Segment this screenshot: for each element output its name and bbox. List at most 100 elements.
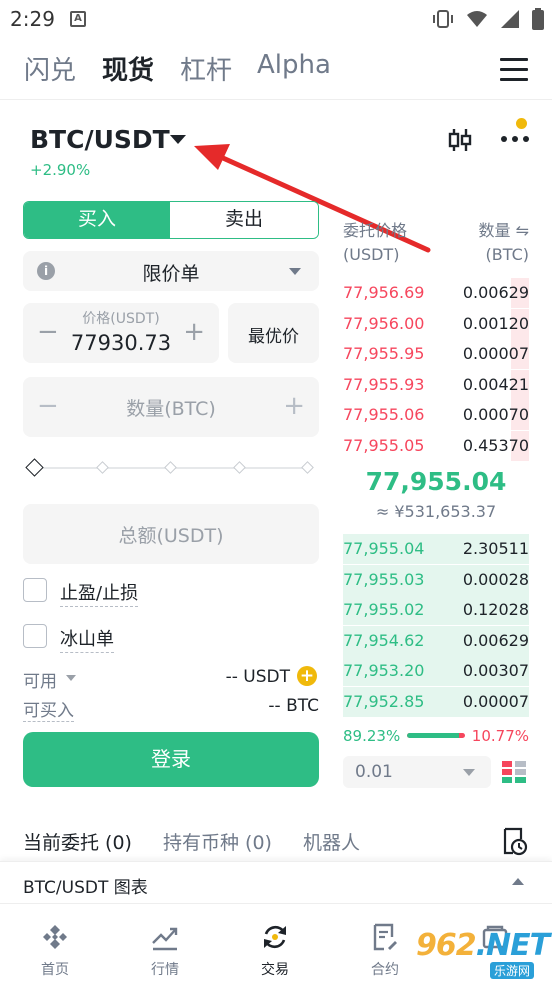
more-options-icon[interactable] — [499, 130, 531, 148]
amount-slider[interactable] — [25, 458, 315, 477]
ask-row[interactable]: 77,955.95 0.00007 — [343, 339, 529, 369]
ask-price: 77,956.00 — [343, 313, 425, 333]
iceberg-label[interactable]: 冰山单 — [60, 625, 114, 653]
bid-qty: 0.00028 — [462, 569, 529, 589]
watermark-logo: 962.NET — [416, 928, 550, 963]
ask-row[interactable]: 77,956.69 0.00629 — [343, 278, 529, 308]
bid-qty: 0.00307 — [462, 661, 529, 680]
buy-tab[interactable]: 买入 — [24, 202, 170, 238]
pair-selector[interactable]: BTC/USDT — [30, 125, 170, 154]
bid-qty: 0.12028 — [462, 600, 529, 619]
slider-step-100[interactable] — [301, 461, 314, 474]
last-price-fiat: ≈ ¥531,653.37 — [375, 502, 497, 521]
status-bar: 2:29 A — [0, 0, 552, 38]
chevron-down-icon — [289, 268, 301, 275]
precision-select[interactable]: 0.01 — [343, 756, 491, 788]
watermark-subtitle: 乐游网 — [490, 962, 535, 979]
tab-alpha[interactable]: Alpha — [257, 50, 331, 80]
candlestick-chart-icon[interactable] — [446, 126, 474, 154]
markets-chart-icon — [152, 927, 178, 951]
nav-home[interactable]: 首页 — [0, 904, 110, 981]
buyable-value: -- BTC — [268, 696, 319, 716]
quantity-placeholder: 数量(BTC) — [126, 398, 216, 420]
available-label[interactable]: 可用 — [23, 667, 57, 692]
quantity-increase-button[interactable]: + — [283, 391, 305, 421]
bid-row[interactable]: 77,955.04 2.30511 — [343, 534, 529, 564]
tab-holdings[interactable]: 持有币种 (0) — [163, 828, 272, 855]
order-history-icon[interactable] — [500, 826, 528, 856]
sell-tab[interactable]: 卖出 — [170, 202, 318, 238]
bid-qty: 0.00007 — [462, 691, 529, 711]
bid-row[interactable]: 77,952.85 0.00007 — [343, 686, 529, 717]
total-placeholder: 总额(USDT) — [118, 525, 224, 547]
bid-row[interactable]: 77,953.20 0.00307 — [343, 656, 529, 686]
pair-caret-icon[interactable] — [170, 135, 186, 144]
tab-margin[interactable]: 杠杆 — [180, 50, 232, 87]
ask-price: 77,955.06 — [343, 405, 425, 424]
nav-markets[interactable]: 行情 — [110, 904, 220, 981]
slider-step-25[interactable] — [96, 461, 109, 474]
bid-qty: 0.00629 — [462, 630, 529, 650]
tab-bots[interactable]: 机器人 — [303, 828, 360, 855]
chevron-down-icon[interactable] — [66, 675, 76, 681]
order-type-label: 限价单 — [142, 263, 200, 285]
bid-row[interactable]: 77,955.03 0.00028 — [343, 564, 529, 595]
best-price-label: 最优价 — [248, 327, 299, 347]
ask-qty: 0.00007 — [462, 344, 529, 363]
best-price-button[interactable]: 最优价 — [228, 303, 319, 363]
ask-row[interactable]: 77,955.05 0.45370 — [343, 430, 529, 461]
ask-row[interactable]: 77,955.93 0.00421 — [343, 369, 529, 400]
tab-spot[interactable]: 现货 — [102, 50, 154, 87]
bid-row[interactable]: 77,954.62 0.00629 — [343, 625, 529, 656]
bid-price: 77,955.03 — [343, 569, 425, 589]
tp-sl-checkbox[interactable] — [23, 578, 47, 602]
iceberg-checkbox[interactable] — [23, 624, 47, 648]
buy-ratio: 89.23% — [343, 727, 401, 745]
ask-price: 77,955.93 — [343, 374, 425, 394]
bid-price: 77,955.02 — [343, 600, 425, 619]
slider-step-50[interactable] — [164, 461, 177, 474]
buy-sell-ratio-bar — [407, 733, 465, 738]
chevron-up-icon[interactable] — [512, 878, 524, 885]
ask-qty: 0.00120 — [462, 313, 529, 333]
qty-header-line2: (BTC) — [485, 245, 529, 264]
menu-icon[interactable] — [500, 58, 528, 82]
slider-step-75[interactable] — [233, 461, 246, 474]
trade-exchange-icon — [264, 925, 286, 949]
status-icons — [432, 8, 544, 30]
order-type-select[interactable]: i 限价单 — [23, 251, 319, 291]
available-value: -- USDT — [225, 667, 290, 687]
tab-convert[interactable]: 闪兑 — [24, 50, 76, 87]
nav-trade[interactable]: 交易 — [220, 904, 330, 981]
home-logo-icon — [43, 925, 67, 949]
ask-row[interactable]: 77,956.00 0.00120 — [343, 308, 529, 339]
transfer-plus-icon[interactable]: + — [297, 666, 317, 686]
wifi-icon — [467, 11, 487, 27]
order-book-layout-icon[interactable] — [501, 759, 527, 785]
last-price[interactable]: 77,955.04 — [343, 467, 529, 496]
chart-expander-label[interactable]: BTC/USDT 图表 — [23, 873, 148, 898]
bid-price: 77,953.20 — [343, 661, 425, 680]
price-increase-button[interactable]: + — [183, 317, 205, 347]
tab-open-orders[interactable]: 当前委托 (0) — [23, 828, 132, 855]
tp-sl-label[interactable]: 止盈/止损 — [60, 579, 139, 607]
total-input[interactable]: 总额(USDT) — [23, 504, 319, 564]
login-button[interactable]: 登录 — [23, 732, 319, 787]
chart-expander[interactable]: BTC/USDT 图表 — [0, 861, 552, 903]
futures-contract-icon — [373, 923, 397, 951]
notification-dot — [516, 118, 527, 129]
qty-header-line1[interactable]: 数量 ⇋ — [479, 219, 530, 243]
bid-row[interactable]: 77,955.02 0.12028 — [343, 595, 529, 625]
nav-home-label: 首页 — [41, 962, 69, 978]
signal-icon — [501, 10, 519, 28]
status-time: 2:29 — [10, 7, 55, 31]
ask-row[interactable]: 77,955.06 0.00070 — [343, 400, 529, 430]
ask-qty: 0.00629 — [462, 283, 529, 302]
slider-handle[interactable] — [25, 458, 44, 477]
quantity-input[interactable]: − 数量(BTC) + — [23, 377, 319, 437]
order-book-qty-header[interactable]: 数量 ⇋ (BTC) — [479, 219, 530, 267]
price-input[interactable]: − 价格(USDT) 77930.73 + — [23, 303, 219, 363]
bid-qty: 2.30511 — [462, 539, 529, 558]
sell-ratio: 10.77% — [471, 727, 529, 745]
site-watermark: 962.NET 乐游网 — [416, 928, 550, 979]
